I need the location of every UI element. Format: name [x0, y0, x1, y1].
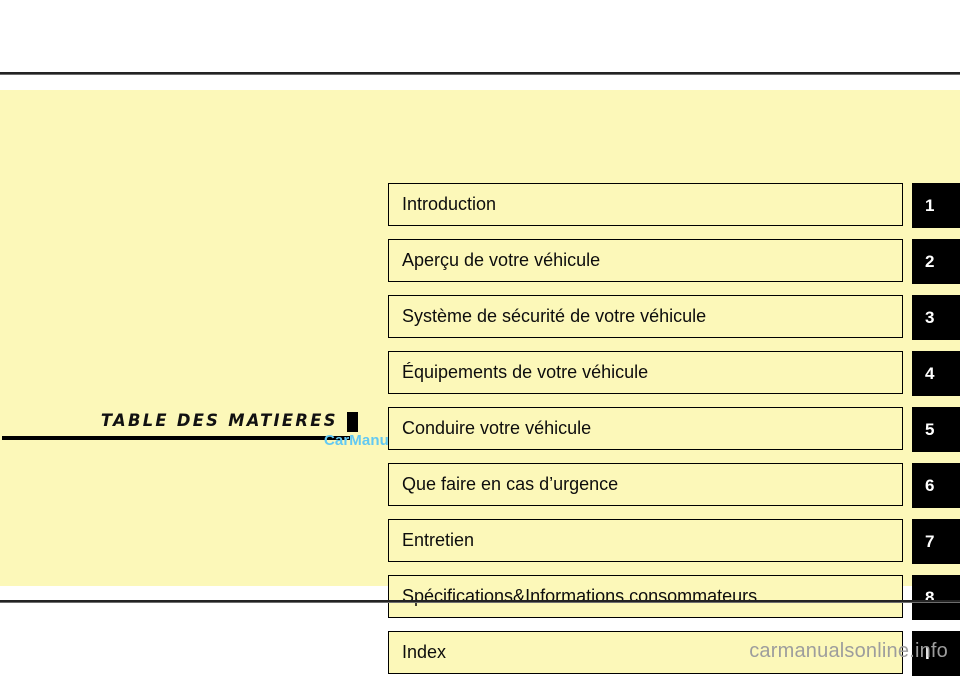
- toc-entry-label[interactable]: Introduction: [388, 183, 903, 226]
- toc-entry-badge[interactable]: 2: [912, 239, 960, 284]
- top-divider-rule: [0, 72, 960, 75]
- toc-entry-badge[interactable]: 5: [912, 407, 960, 452]
- square-marker-icon: [347, 412, 358, 432]
- toc-entry-badge[interactable]: 6: [912, 463, 960, 508]
- list-item[interactable]: Introduction 1: [388, 183, 960, 228]
- bottom-divider-rule: [0, 600, 960, 603]
- toc-heading-block: TABLE DES MATIERES: [0, 400, 372, 440]
- toc-entry-label[interactable]: Conduire votre véhicule: [388, 407, 903, 450]
- list-item[interactable]: Spécifications&Informations consommateur…: [388, 575, 960, 620]
- list-item[interactable]: Que faire en cas d’urgence 6: [388, 463, 960, 508]
- toc-entry-label[interactable]: Équipements de votre véhicule: [388, 351, 903, 394]
- list-item[interactable]: Conduire votre véhicule 5: [388, 407, 960, 452]
- list-item[interactable]: Aperçu de votre véhicule 2: [388, 239, 960, 284]
- toc-entry-label[interactable]: Que faire en cas d’urgence: [388, 463, 903, 506]
- toc-entry-badge[interactable]: 4: [912, 351, 960, 396]
- toc-yellow-panel: TABLE DES MATIERES CarManuals2.com Intro…: [0, 90, 960, 676]
- toc-entry-badge[interactable]: 8: [912, 575, 960, 620]
- toc-entry-badge[interactable]: 3: [912, 295, 960, 340]
- list-item[interactable]: Entretien 7: [388, 519, 960, 564]
- toc-entry-label[interactable]: Aperçu de votre véhicule: [388, 239, 903, 282]
- toc-entry-label[interactable]: Spécifications&Informations consommateur…: [388, 575, 903, 618]
- manual-toc-page: TABLE DES MATIERES CarManuals2.com Intro…: [0, 0, 960, 676]
- toc-entry-badge[interactable]: 7: [912, 519, 960, 564]
- toc-entry-badge[interactable]: 1: [912, 183, 960, 228]
- page-title: TABLE DES MATIERES: [101, 411, 338, 431]
- list-item[interactable]: Équipements de votre véhicule 4: [388, 351, 960, 396]
- list-item[interactable]: Système de sécurité de votre véhicule 3: [388, 295, 960, 340]
- toc-entry-label[interactable]: Entretien: [388, 519, 903, 562]
- title-underline: [2, 436, 350, 440]
- watermark-carmanualsonline: carmanualsonline.info: [749, 640, 948, 662]
- toc-entry-label[interactable]: Système de sécurité de votre véhicule: [388, 295, 903, 338]
